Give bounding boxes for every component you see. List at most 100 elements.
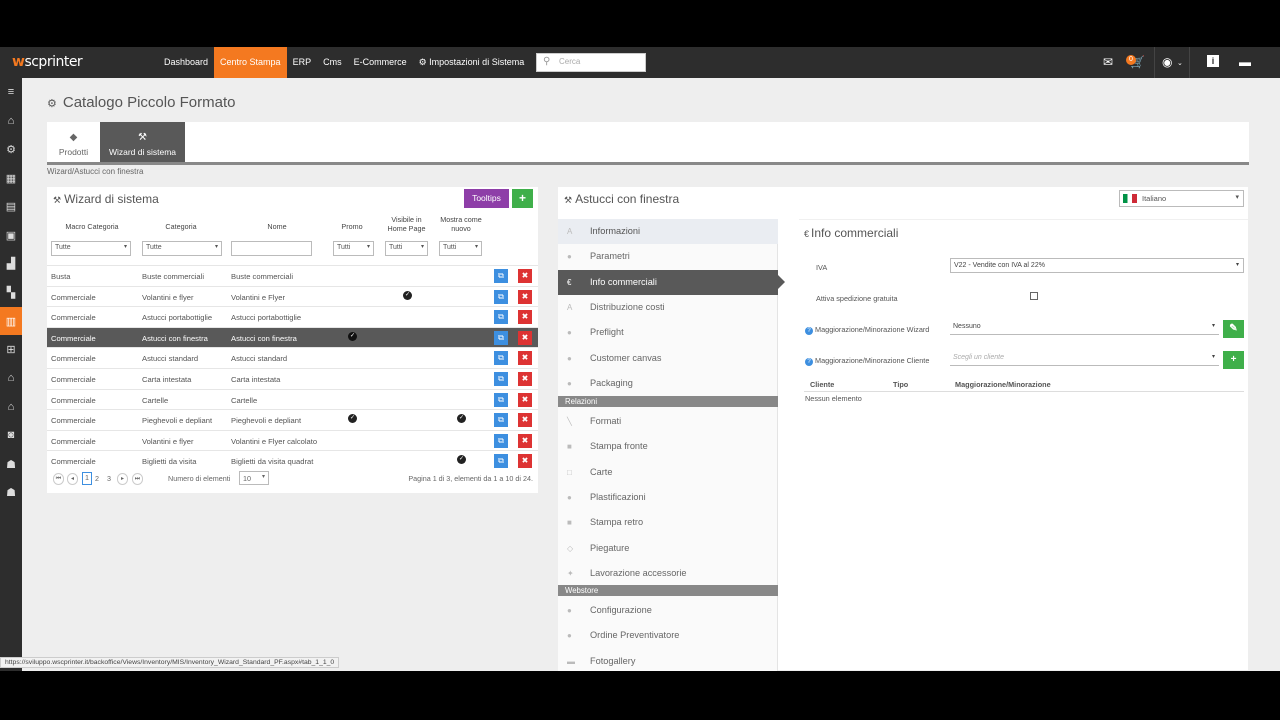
iva-select[interactable]: V22 - Vendite con IVA al 22% ▾: [950, 258, 1244, 273]
help-icon[interactable]: ?: [805, 327, 813, 335]
edit-row-button[interactable]: ⧉: [494, 413, 508, 428]
sidebar-chart-icon[interactable]: ▟: [0, 250, 22, 279]
edit-row-button[interactable]: ⧉: [494, 351, 508, 366]
edit-row-button[interactable]: ⧉: [494, 269, 508, 283]
nav-dashboard[interactable]: Dashboard: [158, 47, 214, 78]
add-cliente-button[interactable]: +: [1223, 351, 1244, 369]
menu-item-parametri[interactable]: ● Parametri: [558, 244, 778, 269]
nav-impostazioni[interactable]: ⚙ Impostazioni di Sistema: [413, 47, 531, 78]
menu-item-ordine-preventivatore[interactable]: ● Ordine Preventivatore: [558, 623, 778, 648]
menu-item-plastificazioni[interactable]: ● Plastificazioni: [558, 485, 778, 510]
delete-row-button[interactable]: ✖: [518, 269, 532, 283]
edit-row-button[interactable]: ⧉: [494, 392, 508, 407]
wizard-maggiorazione-select[interactable]: Nessuno ▾: [950, 320, 1219, 335]
page-1[interactable]: 1: [82, 472, 92, 485]
table-row[interactable]: Busta Buste commerciali Buste commerciali ⧉…: [47, 265, 538, 286]
info-icon[interactable]: i: [1207, 55, 1219, 67]
sidebar-home-icon[interactable]: ⌂: [0, 107, 22, 136]
first-page-icon[interactable]: ⏮: [53, 473, 64, 485]
sidebar-catalog-icon[interactable]: ▥: [0, 306, 22, 336]
filter-nuovo[interactable]: Tutti ▾: [439, 241, 482, 256]
menu-item-piegature[interactable]: ◇ Piegature: [558, 536, 778, 561]
prev-page-icon[interactable]: ◂: [67, 473, 78, 485]
column-header-nome[interactable]: Nome: [231, 222, 323, 231]
add-wizard-button[interactable]: +: [512, 189, 533, 208]
nav-cms[interactable]: Cms: [317, 47, 348, 78]
nav-centro-stampa[interactable]: Centro Stampa: [214, 47, 287, 78]
help-icon[interactable]: ?: [805, 358, 813, 366]
sidebar-team-icon[interactable]: ☗: [0, 478, 22, 507]
tab-prodotti[interactable]: ◆ Prodotti: [47, 122, 100, 162]
table-row[interactable]: Commerciale Astucci con finestra Astucci c…: [47, 326, 538, 348]
column-header-promo[interactable]: Promo: [332, 222, 372, 231]
filter-promo[interactable]: Tutti ▾: [333, 241, 374, 256]
sidebar-camera-icon[interactable]: ◙: [0, 421, 22, 450]
column-header-macro[interactable]: Macro Categoria: [53, 222, 131, 231]
edit-row-button[interactable]: ⧉: [494, 454, 508, 469]
filter-nome[interactable]: [231, 241, 312, 256]
edit-row-button[interactable]: ⧉: [494, 433, 508, 448]
menu-item-info-commerciali[interactable]: € Info commerciali: [558, 269, 785, 295]
delete-row-button[interactable]: ✖: [518, 351, 532, 366]
sidebar-settings-icon[interactable]: ⚙: [0, 135, 22, 164]
delete-row-button[interactable]: ✖: [518, 310, 532, 325]
menu-item-fotogallery[interactable]: ▬ Fotogallery: [558, 649, 778, 671]
chat-icon[interactable]: ▬: [1239, 55, 1251, 69]
edit-row-button[interactable]: ⧉: [494, 372, 508, 386]
tooltips-button[interactable]: Tooltips: [464, 189, 509, 208]
tab-wizard-di-sistema[interactable]: ⚒ Wizard di sistema: [100, 122, 185, 162]
table-row[interactable]: Commerciale Biglietti da visita Biglietti …: [47, 450, 538, 471]
filter-macro[interactable]: Tutte ▾: [51, 241, 131, 256]
page-2[interactable]: 2: [95, 474, 99, 483]
nav-erp[interactable]: ERP: [287, 47, 318, 78]
search-input[interactable]: ⚲ Cerca: [536, 53, 646, 72]
table-row[interactable]: Commerciale Pieghevoli e depliant Pieghevo…: [47, 409, 538, 430]
page-3[interactable]: 3: [107, 474, 111, 483]
sidebar-warehouse-icon[interactable]: ⌂: [0, 364, 22, 393]
language-select[interactable]: Italiano ▾: [1119, 190, 1244, 207]
sidebar-toggle-icon[interactable]: ≡: [0, 78, 22, 107]
mail-icon[interactable]: ✉: [1103, 55, 1113, 69]
table-row[interactable]: Commerciale Astucci portabottiglie Astucci…: [47, 306, 538, 327]
menu-item-packaging[interactable]: ● Packaging: [558, 371, 778, 396]
delete-row-button[interactable]: ✖: [518, 392, 532, 407]
menu-item-preflight[interactable]: ● Preflight: [558, 320, 778, 345]
table-row[interactable]: Commerciale Astucci standard Astucci stand…: [47, 347, 538, 368]
user-menu[interactable]: ◉ ⌄: [1154, 47, 1190, 78]
delete-row-button[interactable]: ✖: [518, 413, 532, 428]
last-page-icon[interactable]: ⏭: [132, 473, 143, 485]
menu-item-stampa-retro[interactable]: ■ Stampa retro: [558, 510, 778, 535]
sidebar-building-icon[interactable]: ⌂: [0, 393, 22, 422]
column-header-homepage[interactable]: Visibile in Home Page: [383, 215, 430, 233]
column-header-categoria[interactable]: Categoria: [142, 222, 220, 231]
delete-row-button[interactable]: ✖: [518, 372, 532, 386]
page-size-select[interactable]: 10 ▾: [239, 471, 269, 485]
table-row[interactable]: Commerciale Cartelle Cartelle ⧉ ✖: [47, 388, 538, 410]
menu-item-configurazione[interactable]: ● Configurazione: [558, 598, 778, 623]
delete-row-button[interactable]: ✖: [518, 330, 532, 345]
edit-row-button[interactable]: ⧉: [494, 330, 508, 345]
menu-item-formati[interactable]: ╲ Formati: [558, 409, 778, 434]
filter-homepage[interactable]: Tutti ▾: [385, 241, 428, 256]
menu-item-distribuzione-costi[interactable]: A Distribuzione costi: [558, 295, 778, 320]
cliente-select[interactable]: Scegli un cliente ▾: [950, 351, 1219, 366]
menu-item-informazioni[interactable]: A Informazioni: [558, 219, 778, 244]
sidebar-document-icon[interactable]: ▤: [0, 192, 22, 221]
sidebar-print-icon[interactable]: ▣: [0, 221, 22, 250]
app-logo[interactable]: wscprinter: [12, 54, 83, 70]
filter-categoria[interactable]: Tutte ▾: [142, 241, 222, 256]
edit-wizard-button[interactable]: ✎: [1223, 320, 1244, 338]
edit-row-button[interactable]: ⧉: [494, 310, 508, 325]
menu-item-lavorazione-accessorie[interactable]: ✦ Lavorazione accessorie: [558, 561, 778, 586]
delete-row-button[interactable]: ✖: [518, 433, 532, 448]
table-row[interactable]: Commerciale Carta intestata Carta intestat…: [47, 368, 538, 389]
menu-item-customer-canvas[interactable]: ● Customer canvas: [558, 346, 778, 371]
menu-item-stampa-fronte[interactable]: ■ Stampa fronte: [558, 434, 778, 459]
table-row[interactable]: Commerciale Volantini e flyer Volantini e …: [47, 285, 538, 307]
edit-row-button[interactable]: ⧉: [494, 289, 508, 304]
nav-e-commerce[interactable]: E-Commerce: [348, 47, 413, 78]
sidebar-grid-icon[interactable]: ▚: [0, 278, 22, 307]
delete-row-button[interactable]: ✖: [518, 454, 532, 469]
table-row[interactable]: Commerciale Volantini e flyer Volantini e …: [47, 429, 538, 451]
sidebar-calendar-icon[interactable]: ▦: [0, 164, 22, 193]
